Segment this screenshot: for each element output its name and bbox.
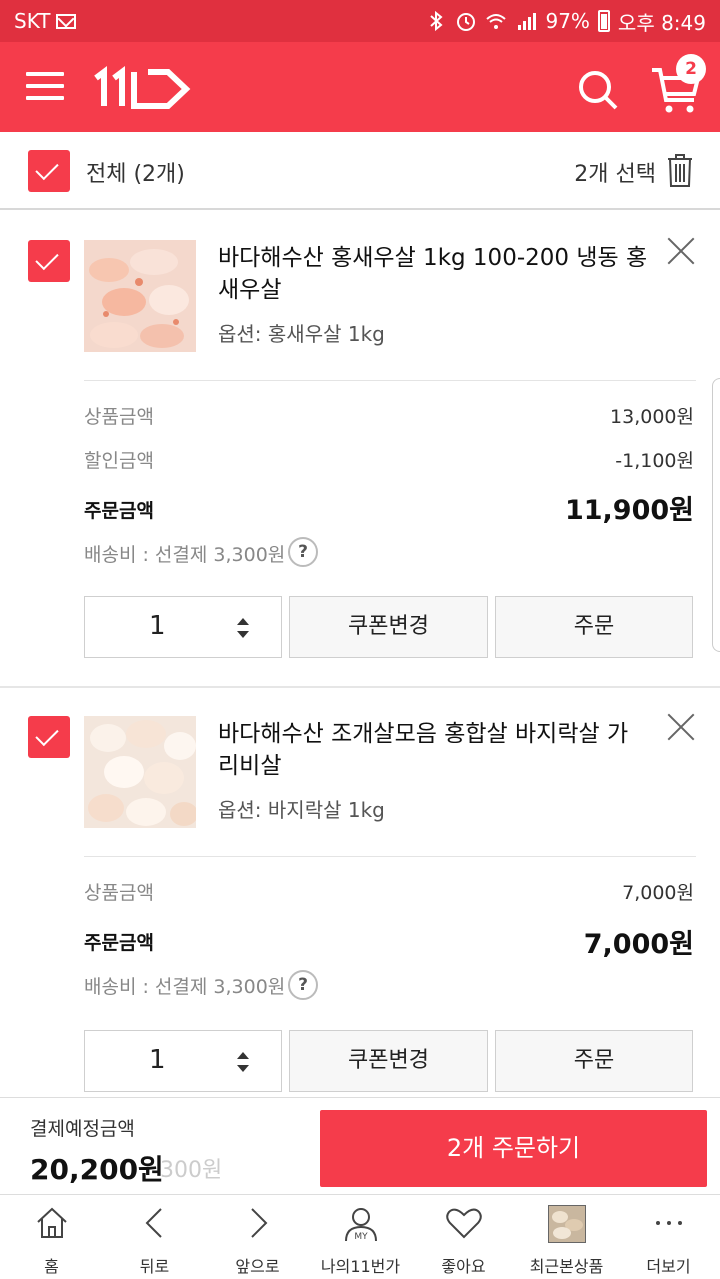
product-option: 옵션: 홍새우살 1kg <box>218 322 385 346</box>
stepper-arrows-icon[interactable] <box>235 615 251 641</box>
checkout-label: 결제예정금액 <box>30 1118 135 1140</box>
trash-icon[interactable] <box>666 152 694 188</box>
nav-label: 최근본상품 <box>529 1257 604 1276</box>
nav-label: 앞으로 <box>235 1257 280 1276</box>
nav-my11st[interactable]: MY 나의11번가 <box>309 1195 412 1279</box>
help-icon[interactable]: ? <box>288 970 318 1000</box>
scroll-indicator[interactable] <box>712 378 720 652</box>
nav-label: 좋아요 <box>441 1257 486 1276</box>
item-divider <box>0 686 720 688</box>
nav-label: 홈 <box>44 1257 59 1276</box>
nav-home[interactable]: 홈 <box>0 1195 103 1279</box>
my-icon: MY <box>344 1208 377 1242</box>
product-option: 옵션: 바지락살 1kg <box>218 798 385 822</box>
item-checkbox[interactable] <box>28 240 70 282</box>
signal-icon <box>518 13 537 30</box>
help-icon[interactable]: ? <box>288 537 318 567</box>
order-item-button[interactable]: 주문 <box>495 1030 693 1092</box>
discount-label: 할인금액 <box>84 450 154 472</box>
back-icon <box>145 1208 162 1238</box>
divider <box>84 856 696 857</box>
item-checkbox[interactable] <box>28 716 70 758</box>
cart-item: 바다해수산 조개살모음 홍합살 바지락살 가리비살 옵션: 바지락살 1kg 상… <box>0 690 720 1097</box>
battery-icon <box>597 10 610 32</box>
my-icon-text: MY <box>354 1232 368 1242</box>
divider <box>84 380 696 381</box>
app-header: 2 <box>0 42 720 132</box>
brand-logo[interactable] <box>92 66 192 110</box>
nav-likes[interactable]: 좋아요 <box>412 1195 515 1279</box>
clock: 오후 8:49 <box>617 10 706 35</box>
shipping-fee: 배송비 : 선결제 3,300원 <box>84 544 286 566</box>
select-all-label: 전체 (2개) <box>86 162 185 187</box>
battery-percent: 97% <box>545 9 590 33</box>
cart-item: 바다해수산 홍새우살 1kg 100-200 냉동 홍새우살 옵션: 홍새우살 … <box>0 214 720 686</box>
product-thumbnail[interactable] <box>84 240 196 352</box>
order-amount-label: 주문금액 <box>84 932 154 954</box>
order-item-button[interactable]: 주문 <box>495 596 693 658</box>
nav-label: 뒤로 <box>139 1257 170 1276</box>
product-title[interactable]: 바다해수산 조개살모음 홍합살 바지락살 가리비살 <box>218 718 648 782</box>
select-all-checkbox[interactable] <box>28 150 70 192</box>
home-icon <box>36 1207 67 1238</box>
forward-icon <box>250 1208 267 1238</box>
quantity-stepper[interactable]: 1 <box>84 1030 282 1092</box>
order-all-button[interactable]: 2개 주문하기 <box>320 1110 707 1187</box>
cart-count-badge: 2 <box>676 54 706 84</box>
bottom-nav: 홈 뒤로 앞으로 MY 나의11번가 좋아요 최근본상품 더보기 <box>0 1194 720 1279</box>
carrier-label: SKT <box>14 9 51 33</box>
checkout-total: 20,200원 <box>30 1153 164 1186</box>
recent-thumbnail <box>547 1205 586 1243</box>
discount-value: -1,100원 <box>615 450 694 472</box>
product-amount-value: 13,000원 <box>610 406 694 428</box>
mail-icon <box>56 13 77 29</box>
product-title[interactable]: 바다해수산 홍새우살 1kg 100-200 냉동 홍새우살 <box>218 242 648 306</box>
alarm-icon <box>457 13 476 31</box>
remove-item-icon[interactable] <box>666 712 696 742</box>
coupon-change-button[interactable]: 쿠폰변경 <box>289 596 488 658</box>
search-icon[interactable] <box>576 68 620 112</box>
checkout-bar: 결제예정금액 20,200원 300원 2개 주문하기 <box>0 1097 720 1194</box>
nav-label: 더보기 <box>646 1257 691 1276</box>
stepper-arrows-icon[interactable] <box>235 1049 251 1075</box>
product-thumbnail[interactable] <box>84 716 196 828</box>
quantity-value: 1 <box>149 611 166 641</box>
heart-icon <box>445 1208 482 1239</box>
menu-icon[interactable] <box>26 72 64 102</box>
more-icon <box>655 1221 682 1225</box>
order-amount-value: 11,900원 <box>564 495 694 526</box>
status-bar: SKT 97% 오후 8:49 <box>0 0 720 42</box>
wifi-icon <box>486 14 507 29</box>
order-amount-label: 주문금액 <box>84 500 154 522</box>
quantity-stepper[interactable]: 1 <box>84 596 282 658</box>
product-amount-label: 상품금액 <box>84 406 154 428</box>
product-amount-value: 7,000원 <box>622 882 694 904</box>
nav-recent[interactable]: 최근본상품 <box>515 1195 618 1279</box>
nav-label: 나의11번가 <box>320 1257 401 1276</box>
select-all-bar: 전체 (2개) 2개 선택 <box>0 132 720 210</box>
remove-item-icon[interactable] <box>666 236 696 266</box>
nav-back[interactable]: 뒤로 <box>103 1195 206 1279</box>
coupon-change-button[interactable]: 쿠폰변경 <box>289 1030 488 1092</box>
nav-more[interactable]: 더보기 <box>617 1195 720 1279</box>
order-amount-value: 7,000원 <box>583 929 694 960</box>
product-amount-label: 상품금액 <box>84 882 154 904</box>
nav-forward[interactable]: 앞으로 <box>206 1195 309 1279</box>
shipping-fee: 배송비 : 선결제 3,300원 <box>84 976 286 998</box>
bluetooth-icon <box>430 10 444 32</box>
quantity-value: 1 <box>149 1045 166 1075</box>
checkout-ghost-text: 300원 <box>160 1158 223 1183</box>
selected-count-label: 2개 선택 <box>574 162 656 187</box>
